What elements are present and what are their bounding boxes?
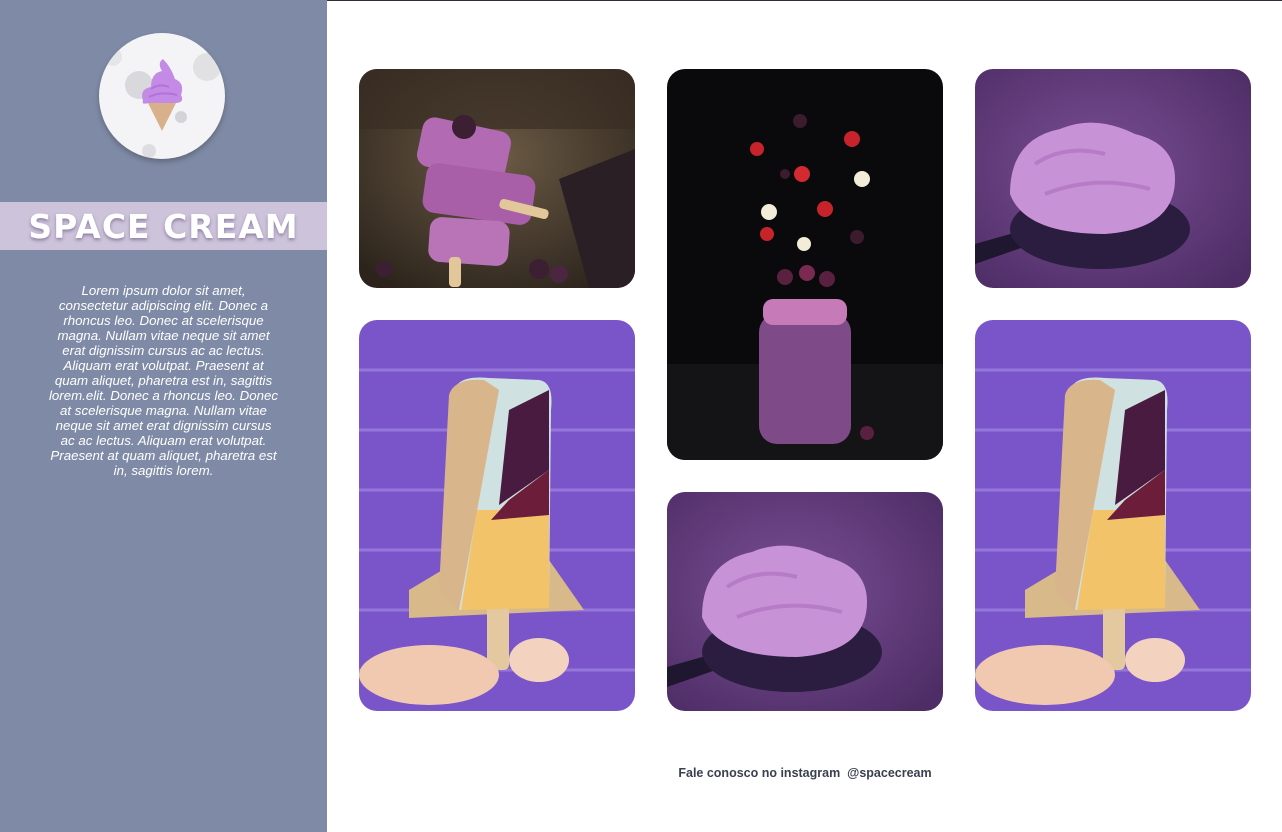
smoothie-jar-image [667, 69, 943, 460]
footer-contact: Fale conosco no instagram @spacecream [667, 766, 943, 780]
ice-cream-cone-icon [104, 48, 221, 158]
gallery-photo-ice-cream-spoon[interactable] [975, 69, 1251, 288]
footer-text: Fale conosco no instagram [678, 766, 841, 780]
brand-title: SPACE CREAM [28, 206, 299, 246]
nut-popsicle-image-2 [975, 320, 1251, 711]
gallery-photo-nut-popsicle-2[interactable] [975, 320, 1251, 711]
sidebar: SPACE CREAM Lorem ipsum dolor sit amet, … [0, 0, 327, 832]
nut-popsicle-image [359, 320, 635, 711]
brand-banner: SPACE CREAM [0, 202, 327, 250]
instagram-handle-link[interactable]: @spacecream [847, 766, 931, 780]
popsicles-image [359, 69, 635, 288]
brand-description: Lorem ipsum dolor sit amet, consectetur … [48, 283, 279, 478]
ice-cream-spoon-image-2 [667, 492, 943, 711]
gallery-photo-popsicles-blackberries[interactable] [359, 69, 635, 288]
logo[interactable] [99, 33, 225, 159]
gallery-photo-smoothie-jar[interactable] [667, 69, 943, 460]
ice-cream-spoon-image [975, 69, 1251, 288]
gallery-photo-nut-popsicle[interactable] [359, 320, 635, 711]
gallery-photo-ice-cream-spoon-2[interactable] [667, 492, 943, 711]
